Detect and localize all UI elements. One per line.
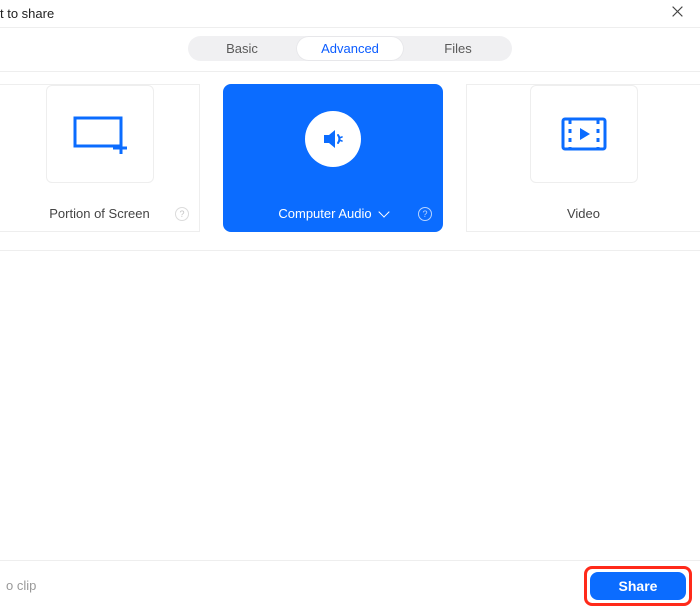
share-type-tabs: Basic Advanced Files	[0, 28, 700, 71]
option-label: Video	[567, 206, 600, 221]
footer-bar: o clip Share	[0, 560, 700, 610]
option-video[interactable]: Video	[466, 84, 700, 232]
option-label: Computer Audio	[278, 206, 371, 221]
option-portion-of-screen[interactable]: Portion of Screen ?	[0, 84, 200, 232]
window-title: t to share	[0, 6, 54, 21]
option-computer-audio[interactable]: Computer Audio ?	[223, 84, 443, 232]
close-icon[interactable]	[665, 5, 690, 23]
share-options: Portion of Screen ? Computer Audio ?	[0, 71, 700, 251]
highlight-ring: Share	[584, 566, 692, 606]
film-icon	[530, 85, 638, 183]
screen-portion-icon	[46, 85, 154, 183]
tab-advanced[interactable]: Advanced	[296, 36, 404, 61]
footer-hint: o clip	[6, 578, 36, 593]
help-icon[interactable]: ?	[418, 207, 432, 221]
speaker-icon	[224, 85, 442, 193]
help-icon[interactable]: ?	[175, 207, 189, 221]
option-label: Portion of Screen	[49, 206, 149, 221]
chevron-down-icon[interactable]	[378, 206, 389, 217]
tab-files[interactable]: Files	[404, 36, 512, 61]
tab-basic[interactable]: Basic	[188, 36, 296, 61]
share-button[interactable]: Share	[590, 572, 686, 600]
